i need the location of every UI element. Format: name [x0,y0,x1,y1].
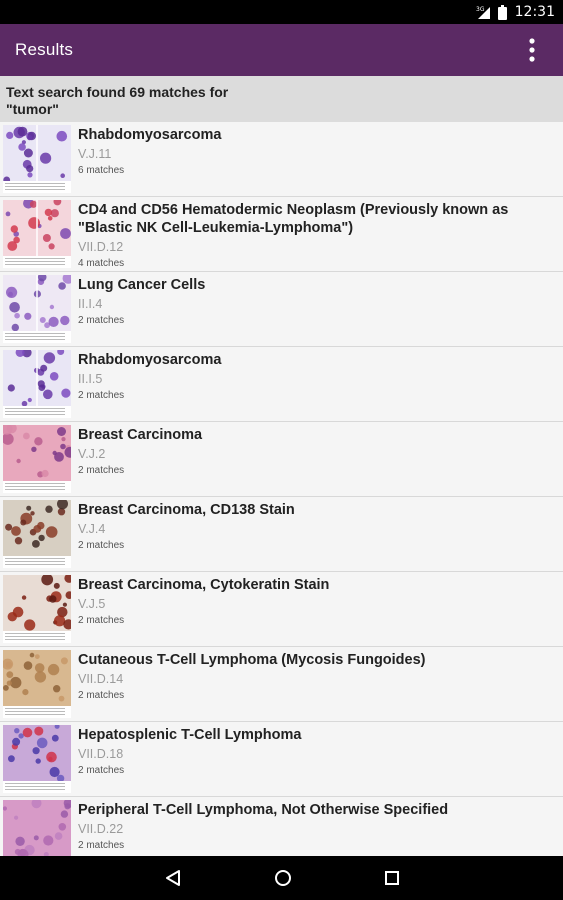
result-title: Peripheral T-Cell Lymphoma, Not Otherwis… [78,802,449,818]
home-button[interactable] [274,869,292,887]
result-match-count: 2 matches [78,765,125,776]
thumbnail-caption [5,333,65,342]
search-query: "tumor" [6,101,59,117]
svg-text:3G: 3G [476,6,485,13]
clock: 12:31 [514,4,555,20]
home-icon [274,870,291,886]
thumbnail-caption [5,633,65,642]
result-match-count: 2 matches [78,390,125,401]
result-row[interactable]: Breast Carcinoma, CD138 Stain V.J.4 2 matc… [0,497,563,572]
result-code: V.J.11 [78,147,112,161]
status-bar: 3G 12:31 [0,0,563,24]
result-code: II.I.4 [78,297,103,311]
result-match-count: 2 matches [78,540,125,551]
result-title: Rhabdomyosarcoma [78,352,222,368]
result-title: Lung Cancer Cells [78,277,206,293]
app-bar: Results [0,24,563,76]
result-code: VII.D.12 [78,240,124,254]
result-row[interactable]: Lung Cancer Cells II.I.4 2 matches [0,272,563,347]
signal-icon: 3G [476,5,492,19]
thumbnail-caption [5,183,65,192]
result-thumbnail [3,350,71,418]
result-code: VII.D.18 [78,747,124,761]
result-thumbnail [3,200,71,268]
thumbnail-image [3,275,71,332]
result-thumbnail [3,500,71,568]
thumbnail-image [3,200,71,256]
thumbnail-image [3,350,71,407]
thumbnail-caption [5,783,65,792]
result-row[interactable]: CD4 and CD56 Hematodermic Neoplasm (Prev… [0,197,563,272]
overflow-menu-button[interactable] [519,36,545,64]
recents-icon [384,871,399,885]
navigation-bar [0,856,563,900]
result-code: V.J.2 [78,447,106,461]
summary-text: Text search found 69 matches for [6,84,229,100]
result-row[interactable]: Breast Carcinoma V.J.2 2 matches [0,422,563,497]
result-row[interactable]: Breast Carcinoma, Cytokeratin Stain V.J.5… [0,572,563,647]
result-thumbnail [3,575,71,643]
result-title: Hepatosplenic T-Cell Lymphoma [78,727,302,743]
result-row[interactable]: Rhabdomyosarcoma V.J.11 6 matches [0,122,563,197]
thumbnail-image [3,125,71,184]
result-row[interactable]: Peripheral T-Cell Lymphoma, Not Otherwis… [0,797,563,856]
result-match-count: 2 matches [78,615,125,626]
result-title: Cutaneous T-Cell Lymphoma (Mycosis Fungo… [78,652,426,668]
result-thumbnail [3,650,71,718]
result-title: CD4 and CD56 Hematodermic Neoplasm (Prev… [78,202,509,236]
results-list[interactable]: Rhabdomyosarcoma V.J.11 6 matches CD4 and C… [0,122,563,856]
result-thumbnail [3,125,71,193]
result-code: V.J.4 [78,522,106,536]
result-match-count: 2 matches [78,465,125,476]
result-thumbnail [3,800,71,856]
result-row[interactable]: Cutaneous T-Cell Lymphoma (Mycosis Fungo… [0,647,563,722]
result-code: VII.D.14 [78,672,124,686]
overflow-menu-icon [529,38,535,62]
result-match-count: 6 matches [78,165,125,176]
result-title: Breast Carcinoma, CD138 Stain [78,502,295,518]
thumbnail-image [3,575,71,631]
thumbnail-caption [5,558,65,567]
result-code: VII.D.22 [78,822,124,836]
result-title: Breast Carcinoma [78,427,203,443]
page-title: Results [15,40,74,59]
thumbnail-caption [5,408,65,417]
result-match-count: 2 matches [78,840,125,851]
result-title: Rhabdomyosarcoma [78,127,222,143]
result-thumbnail [3,425,71,493]
result-match-count: 2 matches [78,315,125,326]
result-match-count: 4 matches [78,258,125,269]
result-thumbnail [3,725,71,793]
result-row[interactable]: Hepatosplenic T-Cell Lymphoma VII.D.18 2 m… [0,722,563,797]
back-button[interactable] [164,869,182,887]
result-title: Breast Carcinoma, Cytokeratin Stain [78,577,330,593]
thumbnail-image [3,650,71,706]
result-thumbnail [3,275,71,343]
battery-icon [497,4,507,20]
search-summary: Text search found 69 matches for "tumor" [0,76,563,122]
result-row[interactable]: Rhabdomyosarcoma II.I.5 2 matches [0,347,563,422]
result-code: V.J.5 [78,597,106,611]
thumbnail-image [3,425,71,481]
back-icon [165,870,180,886]
result-code: II.I.5 [78,372,103,386]
thumbnail-image [3,500,71,556]
thumbnail-image [3,800,71,856]
thumbnail-caption [5,258,65,267]
thumbnail-caption [5,483,65,492]
result-match-count: 2 matches [78,690,125,701]
thumbnail-image [3,725,71,783]
recents-button[interactable] [384,870,400,886]
thumbnail-caption [5,708,65,717]
